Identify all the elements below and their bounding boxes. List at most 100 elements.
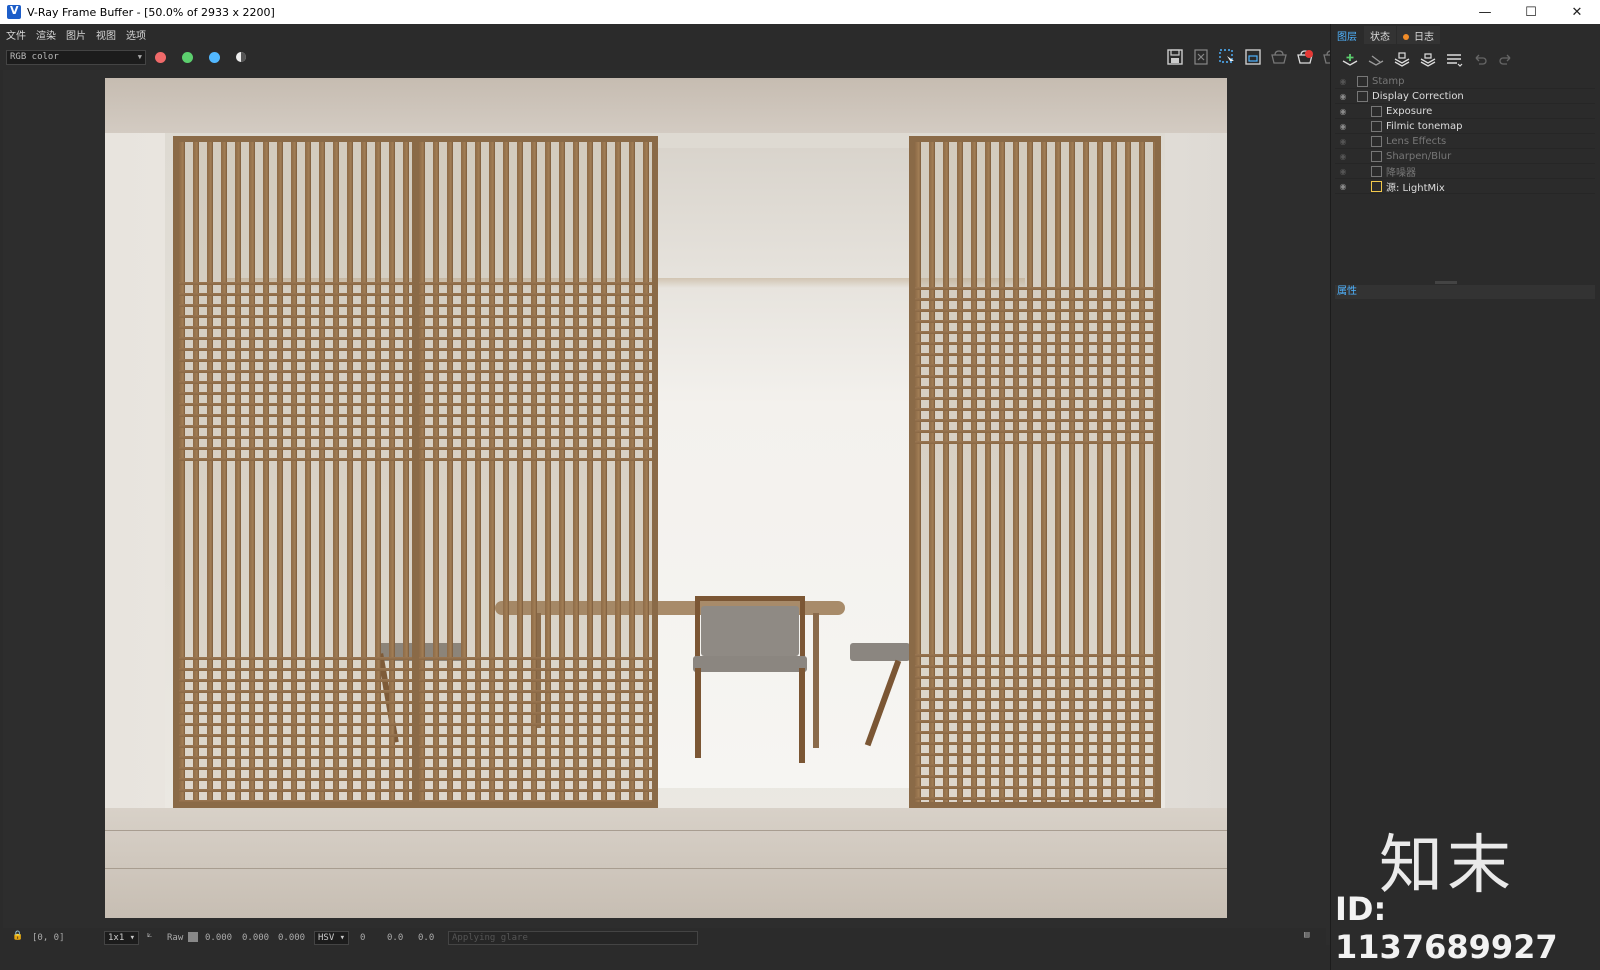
- layer-list-icon[interactable]: [1443, 50, 1465, 70]
- tonemap-icon: [1371, 120, 1382, 132]
- layer-label: 降噪器: [1386, 167, 1416, 179]
- log-alert-icon: [1403, 34, 1409, 40]
- layer-tree: ◉ Stamp ◉ Display Correction ◉ Exposure …: [1335, 74, 1595, 194]
- lens-effects-icon: [1371, 135, 1382, 147]
- green-dot-icon: [181, 51, 193, 63]
- layer-exposure[interactable]: ◉ Exposure: [1335, 104, 1595, 119]
- lock-icon[interactable]: 🔒: [12, 931, 23, 941]
- maximize-button[interactable]: ☐: [1508, 0, 1554, 24]
- right-panel-tabs: 图层 状态 日志: [1331, 26, 1441, 44]
- compare-icon[interactable]: [1242, 47, 1264, 67]
- blue-channel-button[interactable]: [202, 46, 226, 68]
- scene-chair-right: [850, 643, 910, 661]
- red-channel-button[interactable]: [148, 46, 172, 68]
- undo-icon[interactable]: [1469, 50, 1491, 70]
- layer-filmic-tonemap[interactable]: ◉ Filmic tonemap: [1335, 119, 1595, 134]
- scene-chair-back: [701, 606, 799, 656]
- curve-icon: [1357, 90, 1368, 102]
- eye-icon[interactable]: ◉: [1335, 152, 1351, 161]
- tab-layers[interactable]: 图层: [1331, 26, 1363, 44]
- scene-floor: [105, 808, 1227, 918]
- scene-chair-seat: [693, 656, 807, 672]
- scene-floor-seam: [105, 830, 1227, 831]
- save-image-icon[interactable]: [1164, 47, 1186, 67]
- color-picker-icon[interactable]: ⟀: [147, 930, 152, 940]
- eye-icon[interactable]: ◉: [1335, 182, 1351, 191]
- chevron-down-icon: ▼: [137, 53, 142, 61]
- layer-checkbox[interactable]: [1357, 75, 1368, 87]
- minimize-button[interactable]: —: [1462, 0, 1508, 24]
- layer-denoiser[interactable]: ◉ 降噪器: [1335, 164, 1595, 179]
- splitter-handle[interactable]: [1435, 281, 1457, 284]
- add-layer-icon[interactable]: [1339, 50, 1361, 70]
- value-r: 0.000: [205, 933, 233, 943]
- channel-select[interactable]: RGB color ▼: [6, 50, 146, 65]
- scene-screen-panel-2: [413, 136, 658, 808]
- pixel-coords: [0, 0]: [32, 933, 65, 943]
- value-s: 0.0: [387, 933, 404, 943]
- eye-icon[interactable]: ◉: [1335, 167, 1351, 176]
- toolbar: RGB color ▼: [0, 44, 1356, 70]
- scene-screen-panel-3: [909, 136, 1161, 808]
- green-channel-button[interactable]: [175, 46, 199, 68]
- title-bar: V-Ray Frame Buffer - [50.0% of 2933 x 22…: [0, 0, 1600, 24]
- eye-icon[interactable]: ◉: [1335, 107, 1351, 116]
- scene-chair-leg: [695, 668, 701, 758]
- menu-view[interactable]: 视图: [96, 27, 116, 42]
- eye-icon[interactable]: ◉: [1335, 122, 1351, 131]
- redo-icon[interactable]: [1495, 50, 1517, 70]
- layer-label: Lens Effects: [1386, 135, 1447, 147]
- pixel-color-swatch: [188, 932, 198, 942]
- layer-display-correction[interactable]: ◉ Display Correction: [1335, 89, 1595, 104]
- menu-image[interactable]: 图片: [66, 27, 86, 42]
- value-v: 0.0: [418, 933, 435, 943]
- tab-log[interactable]: 日志: [1397, 26, 1440, 44]
- lightmix-icon: [1371, 180, 1382, 192]
- menu-file[interactable]: 文件: [6, 27, 26, 42]
- scene-chair-leg: [799, 668, 805, 763]
- channel-select-value: RGB color: [10, 52, 59, 62]
- mono-channel-button[interactable]: [229, 46, 253, 68]
- blue-dot-icon: [208, 51, 220, 63]
- layer-toolbar: [1339, 50, 1517, 70]
- properties-header: 属性: [1335, 285, 1595, 299]
- stop-render-icon[interactable]: [1294, 47, 1316, 67]
- menu-options[interactable]: 选项: [126, 27, 146, 42]
- color-space-select[interactable]: HSV ▾: [314, 931, 350, 945]
- right-panel: 图层 状态 日志 ◉ Stamp ◉ Display Correction ◉ …: [1330, 24, 1600, 970]
- scene-screen-panel-1: [173, 136, 418, 808]
- scene-back-wall: [655, 148, 915, 788]
- toolbar-right-group: [1164, 47, 1342, 67]
- eye-icon[interactable]: ◉: [1335, 137, 1351, 146]
- value-b: 0.000: [278, 933, 306, 943]
- layer-label: 源: LightMix: [1386, 182, 1445, 194]
- zoom-select[interactable]: 1x1 ▾: [104, 931, 140, 945]
- save-layers-icon[interactable]: [1391, 50, 1413, 70]
- exposure-icon: [1371, 105, 1382, 117]
- eye-icon[interactable]: ◉: [1335, 92, 1351, 101]
- render-last-icon[interactable]: [1268, 47, 1290, 67]
- tab-stats[interactable]: 状态: [1364, 26, 1396, 44]
- close-button[interactable]: ✕: [1554, 0, 1600, 24]
- layer-label: Stamp: [1372, 75, 1405, 87]
- load-layers-icon[interactable]: [1417, 50, 1439, 70]
- red-dot-icon: [154, 51, 166, 63]
- remove-layer-icon[interactable]: [1365, 50, 1387, 70]
- layer-stamp[interactable]: ◉ Stamp: [1335, 74, 1595, 89]
- render-viewport[interactable]: [3, 70, 1353, 945]
- eye-icon[interactable]: ◉: [1335, 77, 1351, 86]
- menu-bar: 文件 渲染 图片 视图 选项: [0, 24, 1356, 44]
- window-controls: — ☐ ✕: [1462, 0, 1600, 24]
- value-g: 0.000: [242, 933, 270, 943]
- layer-lens-effects[interactable]: ◉ Lens Effects: [1335, 134, 1595, 149]
- scene-ceiling: [105, 78, 1227, 133]
- value-h: 0: [360, 933, 366, 943]
- region-render-icon[interactable]: [1216, 47, 1238, 67]
- menu-render[interactable]: 渲染: [36, 27, 56, 42]
- clear-image-icon[interactable]: [1190, 47, 1212, 67]
- layer-sharpen-blur[interactable]: ◉ Sharpen/Blur: [1335, 149, 1595, 164]
- layer-lightmix[interactable]: ◉ 源: LightMix: [1335, 179, 1595, 194]
- panel-toggle-icon[interactable]: ▤: [1304, 930, 1309, 940]
- layer-label: Filmic tonemap: [1386, 120, 1463, 132]
- status-bar: 🔒 [0, 0] 1x1 ▾ ⟀ Raw 0.000 0.000 0.000 H…: [0, 928, 1326, 970]
